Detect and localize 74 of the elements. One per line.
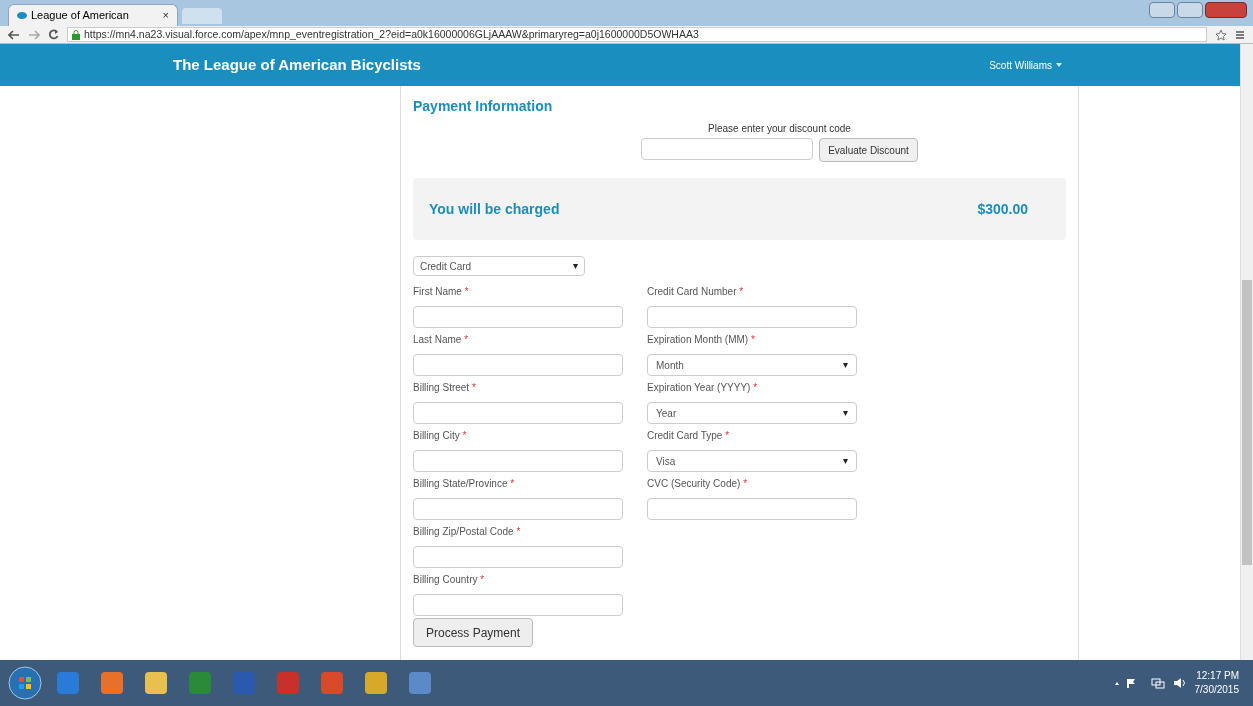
input-field[interactable] (413, 546, 623, 568)
input-field[interactable] (413, 306, 623, 328)
field-label: Credit Card Type * (647, 429, 731, 443)
process-payment-button[interactable]: Process Payment (413, 618, 534, 647)
field-label: CVC (Security Code) * (647, 477, 749, 491)
field-label: Expiration Month (MM) * (647, 333, 756, 347)
clock-time: 12:17 PM (1196, 669, 1239, 683)
field-label: Billing Country * (413, 573, 486, 587)
lock-icon (72, 29, 80, 40)
dropdown-field[interactable]: Visa (647, 450, 857, 472)
input-field[interactable] (413, 402, 623, 424)
field-label: Credit Card Number * (647, 285, 745, 299)
dropdown-arrow-icon (573, 263, 578, 269)
site-title[interactable]: The League of American Bicyclists (173, 53, 421, 77)
star-icon[interactable] (1215, 28, 1227, 41)
required-mark: * (480, 574, 485, 585)
clock[interactable]: 12:17 PM 7/30/2015 (1194, 669, 1239, 697)
new-tab-button[interactable] (182, 8, 222, 24)
maximize-button[interactable] (1177, 2, 1203, 18)
field-label: Billing Zip/Postal Code * (413, 525, 522, 539)
reload-icon[interactable] (48, 29, 59, 40)
field-label: Billing State/Province * (413, 477, 516, 491)
dropdown-field[interactable]: Year (647, 402, 857, 424)
input-field[interactable] (413, 498, 623, 520)
url-text: https://mn4.na23.visual.force.com/apex/mnp_eventregistration_2?eid=a0k16000006GLjAAAW&primaryreg=a0j1600000D5OWHAA3 (84, 26, 699, 42)
dropdown-arrow-icon (843, 362, 848, 368)
input-field[interactable] (413, 594, 623, 616)
close-button[interactable] (1205, 2, 1247, 18)
field-label: Last Name * (413, 333, 470, 347)
scrollbar[interactable] (1240, 44, 1253, 660)
user-menu[interactable]: Scott Williams (989, 57, 1062, 73)
section-heading: Payment Information (413, 97, 554, 116)
minimize-button[interactable] (1149, 2, 1175, 18)
required-mark: * (753, 382, 758, 393)
clock-date: 7/30/2015 (1194, 683, 1239, 697)
discount-code-field[interactable] (641, 138, 814, 160)
forward-icon[interactable] (28, 29, 40, 40)
required-mark: * (464, 286, 469, 297)
dropdown-arrow-icon (843, 410, 848, 416)
required-mark: * (725, 430, 730, 441)
charge-amount: $300.00 (977, 199, 1028, 219)
caret-icon (1056, 63, 1062, 67)
input-field[interactable] (647, 498, 857, 520)
payment-method-select[interactable]: Credit Card (413, 256, 585, 276)
input-field[interactable] (413, 450, 623, 472)
field-label: Billing City * (413, 429, 468, 443)
evaluate-discount-button[interactable]: Evaluate Discount (819, 138, 918, 162)
field-label: First Name * (413, 285, 470, 299)
input-field[interactable] (413, 354, 623, 376)
required-mark: * (750, 334, 755, 345)
required-mark: * (743, 478, 748, 489)
field-label: Billing Street * (413, 381, 477, 395)
address-bar[interactable]: https://mn4.na23.visual.force.com/apex/mnp_eventregistration_2?eid=a0k16000006GLjAAAW&primaryreg=a0j1600000D5OWHAA3 (67, 27, 1207, 42)
required-mark: * (464, 334, 469, 345)
discount-prompt: Please enter your discount code (708, 122, 851, 136)
page-icon (17, 12, 27, 19)
required-mark: * (739, 286, 744, 297)
field-label: Expiration Year (YYYY) * (647, 381, 759, 395)
required-mark: * (471, 382, 476, 393)
menu-icon[interactable] (1235, 29, 1245, 40)
back-icon[interactable] (8, 29, 20, 40)
dropdown-arrow-icon (843, 458, 848, 464)
tab-title: League of American (31, 8, 129, 24)
input-field[interactable] (647, 306, 857, 328)
network-icon[interactable] (1150, 677, 1165, 689)
start-button-icon[interactable] (8, 666, 42, 700)
browser-tab[interactable]: League of American × (8, 4, 178, 26)
required-mark: * (510, 478, 515, 489)
tab-close-button[interactable]: × (162, 7, 169, 24)
charge-label: You will be charged (429, 199, 560, 219)
required-mark: * (516, 526, 521, 537)
speaker-icon[interactable] (1172, 677, 1187, 689)
dropdown-field[interactable]: Month (647, 354, 857, 376)
required-mark: * (462, 430, 467, 441)
